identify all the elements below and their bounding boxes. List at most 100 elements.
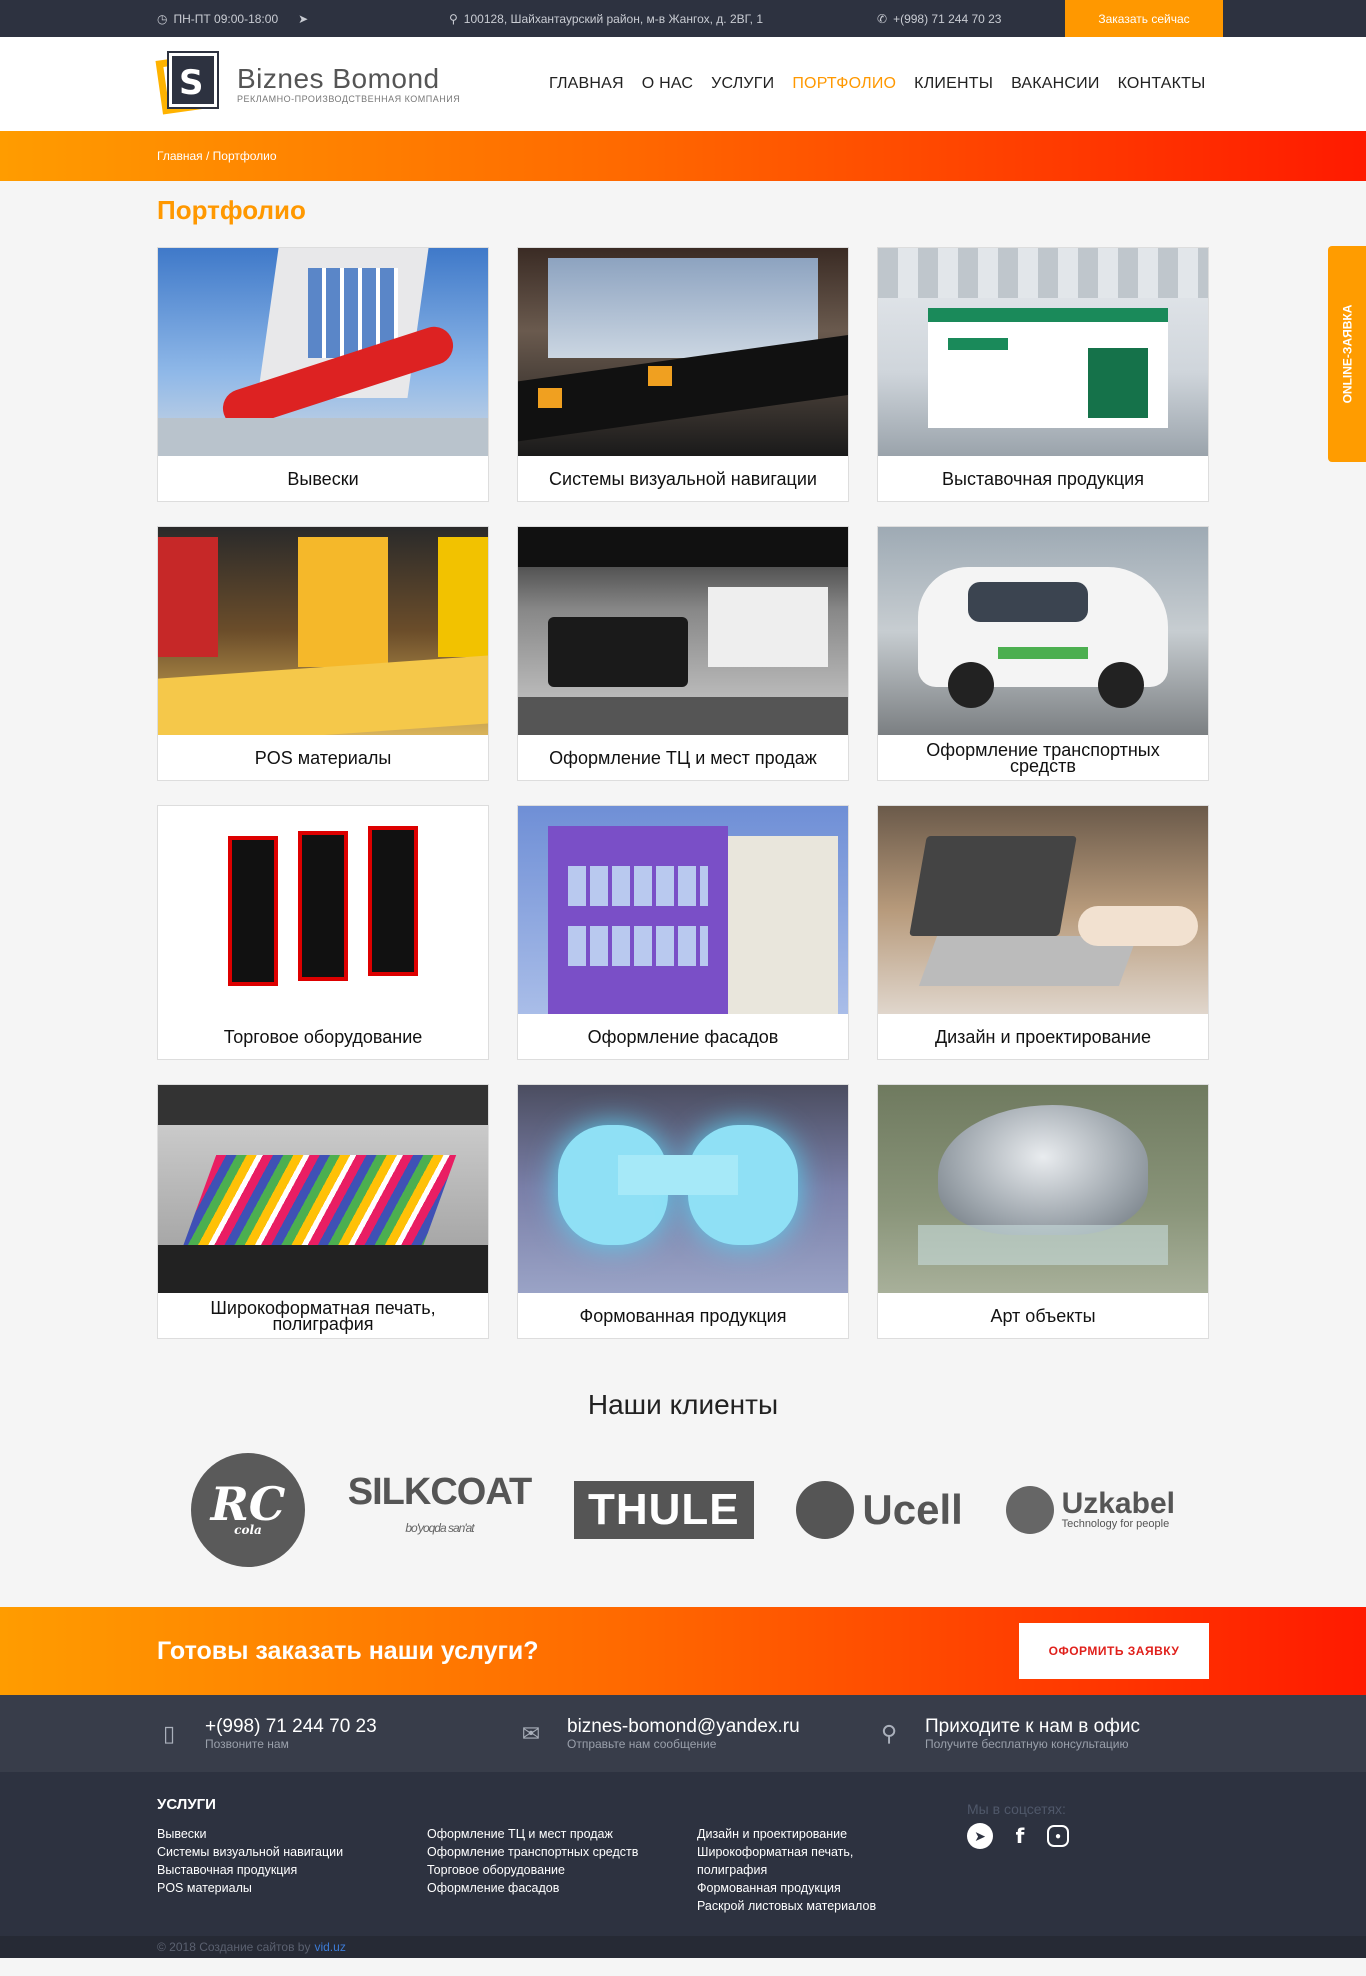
portfolio-card-vehicles[interactable]: Оформление транспортных средств [877, 526, 1209, 781]
footer-link[interactable]: Оформление ТЦ и мест продаж [427, 1825, 697, 1843]
portfolio-caption: Оформление фасадов [587, 1026, 779, 1047]
vehicles-image [878, 527, 1208, 735]
contact-email[interactable]: ✉ biznes-bomond@yandex.ru Отправьте нам … [519, 1715, 877, 1751]
ucell-logo-text: Ucell [862, 1486, 963, 1533]
nav-item-about[interactable]: О НАС [642, 75, 693, 93]
nav-item-contacts[interactable]: КОНТАКТЫ [1118, 75, 1206, 93]
molded-image [518, 1085, 848, 1293]
social-label: Мы в соцсетях: [967, 1801, 1066, 1817]
uzkabel-emblem-icon [1005, 1486, 1054, 1534]
portfolio-card-signs[interactable]: Вывески [157, 247, 489, 502]
contact-office[interactable]: ⚲ Приходите к нам в офис Получите беспла… [877, 1716, 1140, 1751]
silkcoat-logo-sub: bo'yoqda san'at [405, 1521, 474, 1535]
footer-link[interactable]: Формованная продукция [697, 1879, 967, 1897]
top-phone-text: +(998) 71 244 70 23 [893, 11, 1002, 26]
exhibition-image [878, 248, 1208, 456]
footer-link[interactable]: Оформление фасадов [427, 1879, 697, 1897]
clients-logos: RC cola SILKCOAT bo'yoqda san'at THULE U… [157, 1445, 1209, 1575]
footer-link[interactable]: POS материалы [157, 1879, 427, 1897]
portfolio-card-molded[interactable]: Формованная продукция [517, 1084, 849, 1339]
nav-item-services[interactable]: УСЛУГИ [711, 75, 774, 93]
client-logo-ucell[interactable]: Ucell [796, 1481, 963, 1539]
portfolio-caption: Формованная продукция [579, 1305, 787, 1326]
footer-link[interactable]: Раскрой листовых материалов [697, 1897, 967, 1915]
malls-image [518, 527, 848, 735]
online-request-label: ONLINE-ЗАЯВКА [1340, 304, 1355, 404]
trade-equipment-image [158, 806, 488, 1014]
footer-link[interactable]: Торговое оборудование [427, 1861, 697, 1879]
footer: УСЛУГИ Вывески Системы визуальной навига… [0, 1772, 1366, 1936]
header: S Biznes Bomond РЕКЛАМНО-ПРОИЗВОДСТВЕННА… [0, 37, 1366, 131]
mobile-phone-icon: ▯ [162, 1720, 176, 1746]
nav-item-home[interactable]: ГЛАВНАЯ [549, 75, 624, 93]
contact-email-value: biznes-bomond@yandex.ru [567, 1715, 800, 1737]
social-block: Мы в соцсетях: ➤ f ● [967, 1801, 1069, 1915]
portfolio-card-printing[interactable]: Широкоформатная печать, полиграфия [157, 1084, 489, 1339]
portfolio-caption: Оформление транспортных средств [926, 739, 1160, 776]
contact-phone[interactable]: ▯ +(998) 71 244 70 23 Позвоните нам [157, 1715, 519, 1751]
portfolio-card-art[interactable]: Арт объекты [877, 1084, 1209, 1339]
rc-logo-main: RC [210, 1477, 286, 1531]
page-title: Портфолио [157, 195, 306, 225]
ucell-globe-icon [796, 1481, 855, 1539]
nav-item-clients[interactable]: КЛИЕНТЫ [914, 75, 993, 93]
address: ⚲ 100128, Шайхантаурский район, м-в Жанг… [449, 12, 877, 26]
portfolio-grid: Вывески Системы визуальной навигации Выс… [157, 247, 1209, 1339]
logo[interactable]: S Biznes Bomond РЕКЛАМНО-ПРОИЗВОДСТВЕННА… [155, 49, 549, 119]
telegram-icon[interactable]: ➤ [967, 1823, 993, 1849]
navigation-image [518, 248, 848, 456]
envelope-icon: ✉ [521, 1720, 541, 1746]
portfolio-card-pos[interactable]: POS материалы [157, 526, 489, 781]
portfolio-caption: Торговое оборудование [223, 1026, 423, 1047]
portfolio-card-design[interactable]: Дизайн и проектирование [877, 805, 1209, 1060]
footer-col-1: Вывески Системы визуальной навигации Выс… [157, 1825, 427, 1915]
online-request-tab[interactable]: ONLINE-ЗАЯВКА [1328, 246, 1366, 462]
client-logo-thule[interactable]: THULE [573, 1481, 754, 1539]
portfolio-caption: Широкоформатная печать, полиграфия [210, 1297, 436, 1334]
contacts-strip: ▯ +(998) 71 244 70 23 Позвоните нам ✉ bi… [0, 1695, 1366, 1772]
top-phone[interactable]: ✆ +(998) 71 244 70 23 [877, 12, 1083, 26]
copyright-bar: © 2018 Создание сайтов by vid.uz [0, 1936, 1366, 1958]
contact-phone-value: +(998) 71 244 70 23 [205, 1715, 377, 1737]
client-logo-silkcoat[interactable]: SILKCOAT bo'yoqda san'at [348, 1473, 532, 1546]
telegram-icon[interactable]: ➤ [298, 12, 308, 26]
clock-icon: ◷ [157, 11, 168, 26]
location-pin-icon: ⚲ [449, 11, 458, 26]
footer-link[interactable]: Выставочная продукция [157, 1861, 427, 1879]
portfolio-card-trade-equipment[interactable]: Торговое оборудование [157, 805, 489, 1060]
submit-request-button[interactable]: ОФОРМИТЬ ЗАЯВКУ [1019, 1623, 1209, 1679]
contact-office-sub: Получите бесплатную консультацию [925, 1736, 1129, 1751]
address-text: 100128, Шайхантаурский район, м-в Жангох… [463, 11, 764, 26]
footer-link[interactable]: Дизайн и проектирование [697, 1825, 967, 1843]
facebook-icon[interactable]: f [1007, 1823, 1033, 1849]
uzkabel-logo-tagline: Technology for people [1061, 1518, 1170, 1530]
portfolio-caption: Системы визуальной навигации [549, 468, 817, 489]
footer-link[interactable]: Широкоформатная печать, полиграфия [697, 1843, 877, 1879]
portfolio-caption: Выставочная продукция [942, 468, 1144, 489]
copyright-link[interactable]: vid.uz [314, 1940, 345, 1954]
portfolio-card-exhibition[interactable]: Выставочная продукция [877, 247, 1209, 502]
portfolio-card-malls[interactable]: Оформление ТЦ и мест продаж [517, 526, 849, 781]
uzkabel-logo-text: Uzkabel [1061, 1487, 1175, 1520]
portfolio-caption: Дизайн и проектирование [934, 1026, 1152, 1047]
footer-link[interactable]: Оформление транспортных средств [427, 1843, 697, 1861]
client-logo-uzkabel[interactable]: Uzkabel Technology for people [1005, 1486, 1175, 1534]
footer-col-2: Оформление ТЦ и мест продаж Оформление т… [427, 1825, 697, 1915]
client-logo-rc-cola[interactable]: RC cola [191, 1453, 305, 1567]
cta-bar: Готовы заказать наши услуги? ОФОРМИТЬ ЗА… [0, 1607, 1366, 1695]
footer-link[interactable]: Вывески [157, 1825, 427, 1843]
working-hours-text: ПН-ПТ 09:00-18:00 [173, 11, 279, 26]
phone-icon: ✆ [877, 11, 888, 26]
nav-item-vacancies[interactable]: ВАКАНСИИ [1011, 75, 1100, 93]
portfolio-card-facades[interactable]: Оформление фасадов [517, 805, 849, 1060]
footer-link[interactable]: Системы визуальной навигации [157, 1843, 427, 1861]
order-now-button[interactable]: Заказать сейчас [1065, 0, 1223, 37]
instagram-icon[interactable]: ● [1047, 1825, 1069, 1847]
pos-image [158, 527, 488, 735]
breadcrumb[interactable]: Главная / Портфолио [157, 149, 277, 163]
working-hours: ◷ ПН-ПТ 09:00-18:00 ➤ [157, 12, 449, 26]
portfolio-card-navigation[interactable]: Системы визуальной навигации [517, 247, 849, 502]
logo-tagline: РЕКЛАМНО-ПРОИЗВОДСТВЕННАЯ КОМПАНИЯ [237, 94, 461, 104]
portfolio-caption: Арт объекты [990, 1305, 1096, 1326]
nav-item-portfolio[interactable]: ПОРТФОЛИО [792, 75, 896, 93]
